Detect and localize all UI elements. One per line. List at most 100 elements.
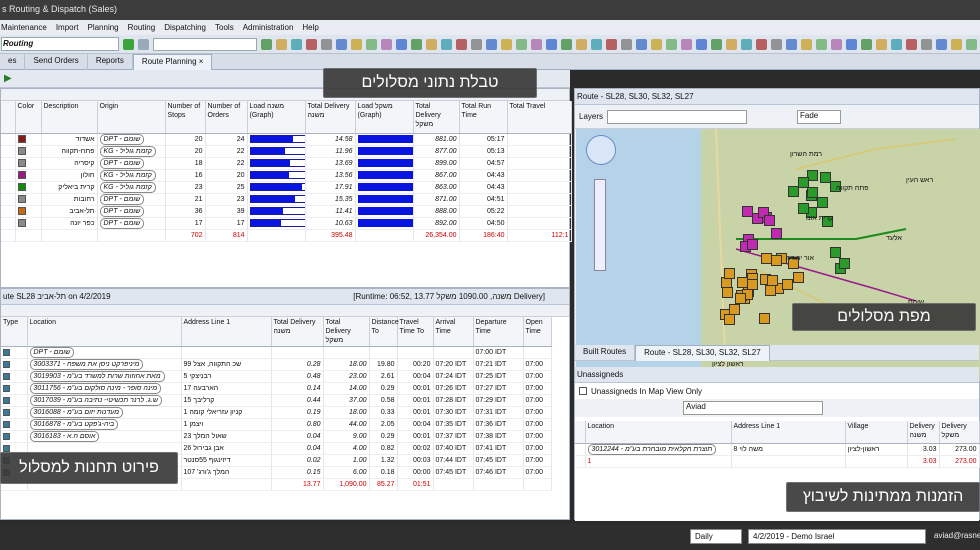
route-stop-marker[interactable] bbox=[721, 287, 733, 299]
toolbar-tool-icon[interactable] bbox=[951, 38, 962, 50]
pan-control[interactable] bbox=[586, 135, 616, 165]
route-stop-marker[interactable] bbox=[770, 227, 782, 239]
row-select[interactable] bbox=[1, 205, 16, 218]
col-u-select[interactable] bbox=[575, 421, 586, 444]
toolbar-tool-icon[interactable] bbox=[336, 38, 347, 50]
toolbar-tool-icon[interactable] bbox=[816, 38, 827, 50]
toolbar-tool-icon[interactable] bbox=[741, 38, 752, 50]
toolbar-tool-icon[interactable] bbox=[426, 38, 437, 50]
col-u-delivery1[interactable]: Delivery משנה bbox=[907, 421, 940, 444]
toolbar-tool-icon[interactable] bbox=[756, 38, 767, 50]
col-type[interactable]: Type bbox=[1, 317, 28, 347]
route-row[interactable]: חולון KG - קזמת גוליל 16 20 13.56 867.00… bbox=[1, 169, 572, 182]
tab-es[interactable]: es bbox=[0, 54, 26, 70]
menu-planning[interactable]: Planning bbox=[87, 23, 118, 35]
stop-row[interactable]: 3016878 - ביה-ג'פקט בע"מ ויצמן 1 0.80 44… bbox=[1, 418, 552, 431]
module-selector[interactable]: Routing bbox=[1, 37, 119, 51]
col-stop-delivery1[interactable]: Total Delivery משנה bbox=[271, 317, 324, 347]
route-stop-marker[interactable] bbox=[830, 247, 842, 258]
toolbar-tool-icon[interactable] bbox=[291, 38, 302, 50]
route-stop-marker[interactable] bbox=[735, 292, 747, 304]
route-stop-marker[interactable] bbox=[746, 239, 758, 251]
toolbar-tool-icon[interactable] bbox=[861, 38, 872, 50]
toolbar-tool-icon[interactable] bbox=[891, 38, 902, 50]
toolbar-tool-icon[interactable] bbox=[966, 38, 977, 50]
col-location[interactable]: Location bbox=[27, 317, 182, 347]
toolbar-tool-icon[interactable] bbox=[726, 38, 737, 50]
toolbar-tool-icon[interactable] bbox=[306, 38, 317, 50]
col-u-address[interactable]: Address Line 1 bbox=[731, 421, 846, 444]
tab-built-routes[interactable]: Built Routes bbox=[575, 345, 636, 361]
route-stop-marker[interactable] bbox=[761, 252, 773, 264]
tab-route-map[interactable]: Route - SL28, SL30, SL32, SL27 bbox=[635, 345, 770, 361]
col-load1[interactable]: Load משנה (Graph) bbox=[247, 101, 306, 134]
route-stop-marker[interactable] bbox=[820, 171, 832, 183]
route-stop-marker[interactable] bbox=[838, 258, 850, 270]
toolbar-tool-icon[interactable] bbox=[681, 38, 692, 50]
zoom-slider[interactable] bbox=[594, 179, 606, 271]
row-select[interactable] bbox=[1, 181, 16, 194]
tab-reports[interactable]: Reports bbox=[88, 54, 133, 70]
col-select[interactable] bbox=[1, 101, 16, 134]
toolbar-tool-icon[interactable] bbox=[846, 38, 857, 50]
toolbar-tool-icon[interactable] bbox=[321, 38, 332, 50]
play-icon[interactable]: ▶ bbox=[4, 73, 12, 84]
toolbar-tool-icon[interactable] bbox=[351, 38, 362, 50]
route-row[interactable]: רחובות DPT - שומם 21 23 15.35 871.00 04:… bbox=[1, 193, 572, 206]
col-open[interactable]: Open Time bbox=[523, 317, 552, 347]
row-select[interactable] bbox=[1, 193, 16, 206]
menu-administration[interactable]: Administration bbox=[243, 23, 294, 35]
col-load2[interactable]: Load משקל (Graph) bbox=[355, 101, 414, 134]
toolbar-tool-icon[interactable] bbox=[771, 38, 782, 50]
route-map[interactable]: רמת השרון פתח תקווה ראש העין קרית אונו א… bbox=[576, 129, 980, 381]
stop-row[interactable]: 3016088 - מעדנות יזום בע"מ קניון עזריאלי… bbox=[1, 406, 552, 419]
stop-row[interactable]: 3011756 - מינה סופר - מינה סולקום בע"מ ה… bbox=[1, 382, 552, 395]
close-icon[interactable]: × bbox=[199, 57, 204, 66]
toolbar-tool-icon[interactable] bbox=[471, 38, 482, 50]
save-icon[interactable] bbox=[138, 38, 149, 50]
aviad-dropdown[interactable]: Aviad bbox=[683, 401, 823, 415]
stop-row[interactable]: 3019903 - מאת אחוזות שרות למשרד בע"מ רבנ… bbox=[1, 370, 552, 383]
toolbar-tool-icon[interactable] bbox=[666, 38, 677, 50]
col-stop-delivery2[interactable]: Total Delivery משקל bbox=[323, 317, 370, 347]
toolbar-tool-icon[interactable] bbox=[621, 38, 632, 50]
route-stop-marker[interactable] bbox=[798, 203, 810, 215]
toolbar-tool-icon[interactable] bbox=[411, 38, 422, 50]
toolbar-tool-icon[interactable] bbox=[696, 38, 707, 50]
stop-row[interactable]: 3003371 - מיניפרקט ניסן את משפח שכ התקוו… bbox=[1, 358, 552, 371]
toolbar-tool-icon[interactable] bbox=[636, 38, 647, 50]
route-stop-marker[interactable] bbox=[746, 279, 758, 291]
toolbar-tool-icon[interactable] bbox=[801, 38, 812, 50]
col-distance[interactable]: Distance To bbox=[369, 317, 399, 347]
toolbar-tool-icon[interactable] bbox=[531, 38, 542, 50]
route-stop-marker[interactable] bbox=[736, 276, 748, 288]
col-address[interactable]: Address Line 1 bbox=[181, 317, 272, 347]
toolbar-tool-icon[interactable] bbox=[921, 38, 932, 50]
toolbar-tool-icon[interactable] bbox=[441, 38, 452, 50]
toolbar-tool-icon[interactable] bbox=[561, 38, 572, 50]
route-stop-marker[interactable] bbox=[770, 254, 782, 266]
toolbar-tool-icon[interactable] bbox=[936, 38, 947, 50]
route-row[interactable]: פתח-תקווה KG - קזמת גוליל 20 22 11.96 87… bbox=[1, 145, 572, 158]
route-row[interactable]: תל-אביב DPT - שומם 36 39 11.41 888.00 05… bbox=[1, 205, 572, 218]
go-icon[interactable] bbox=[123, 38, 134, 50]
route-stop-marker[interactable] bbox=[724, 267, 736, 279]
toolbar-tool-icon[interactable] bbox=[261, 38, 272, 50]
toolbar-tool-icon[interactable] bbox=[396, 38, 407, 50]
route-stop-marker[interactable] bbox=[792, 271, 804, 283]
col-description[interactable]: Description bbox=[41, 101, 98, 134]
toolbar-tool-icon[interactable] bbox=[576, 38, 587, 50]
col-stops[interactable]: Number of Stops bbox=[165, 101, 206, 134]
route-row[interactable]: אשדוד DPT - שומם 20 24 14.58 881.00 05:1… bbox=[1, 133, 572, 146]
period-dropdown[interactable]: Daily bbox=[690, 529, 742, 544]
toolbar-tool-icon[interactable] bbox=[786, 38, 797, 50]
menu-dispatching[interactable]: Dispatching bbox=[164, 23, 206, 35]
row-select[interactable] bbox=[1, 133, 16, 146]
route-row[interactable]: כפר יונה DPT - שומם 17 17 10.63 892.00 0… bbox=[1, 217, 572, 230]
route-stop-marker[interactable] bbox=[723, 314, 735, 326]
route-stop-marker[interactable] bbox=[798, 176, 810, 188]
menu-routing[interactable]: Routing bbox=[128, 23, 156, 35]
row-select[interactable] bbox=[1, 157, 16, 170]
col-delivery1[interactable]: Total Delivery משנה bbox=[305, 101, 356, 134]
toolbar-tool-icon[interactable] bbox=[831, 38, 842, 50]
